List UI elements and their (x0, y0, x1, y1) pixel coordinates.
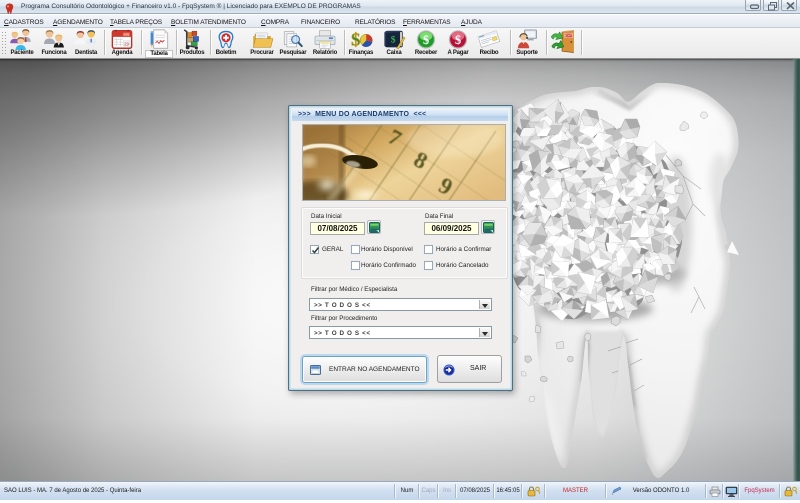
svg-text:$: $ (351, 30, 360, 50)
svg-text:EXIT: EXIT (565, 34, 572, 38)
svg-text:$: $ (455, 33, 461, 47)
svg-text:$: $ (423, 33, 429, 47)
svg-text:29: 29 (124, 41, 129, 46)
svg-text:JAN: JAN (124, 32, 129, 36)
svg-text:$: $ (391, 35, 396, 46)
